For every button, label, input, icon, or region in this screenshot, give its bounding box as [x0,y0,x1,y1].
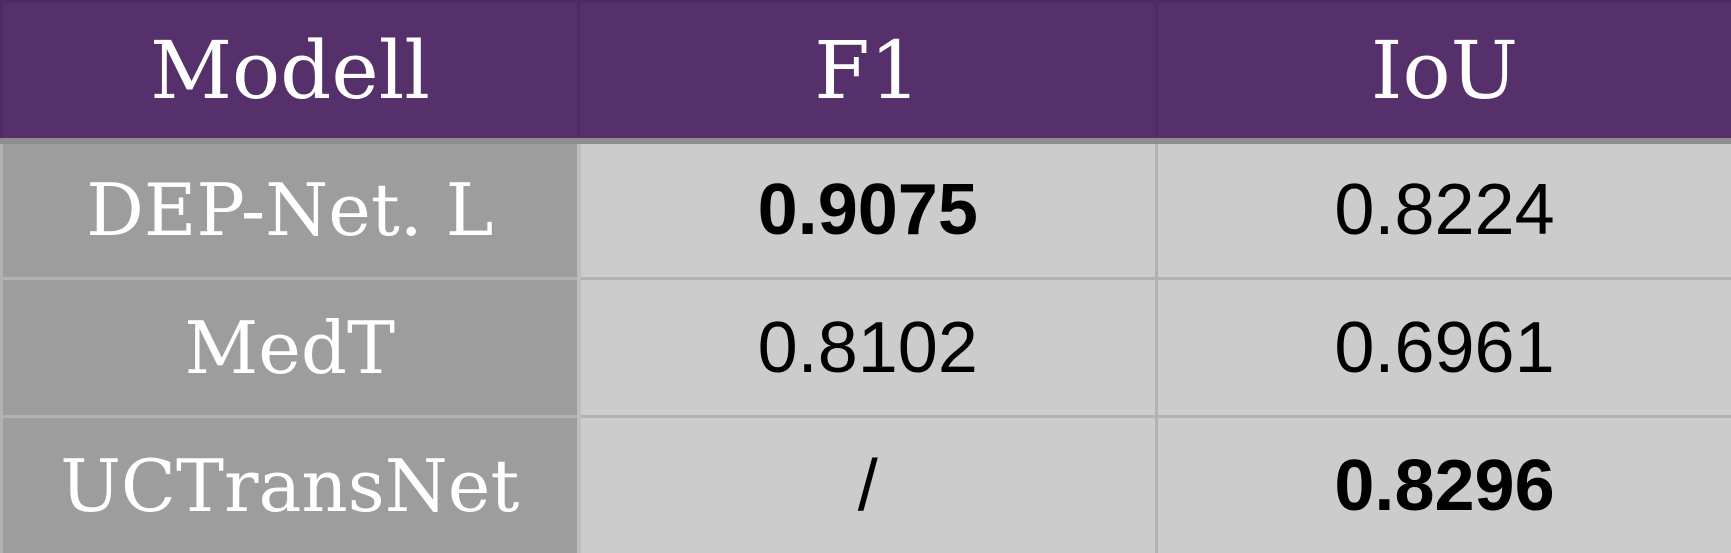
iou-value: 0.8296 [1155,415,1731,553]
table-row: MedT 0.8102 0.6961 [0,277,1731,418]
f1-value: 0.9075 [577,139,1158,280]
header-iou: IoU [1155,0,1731,144]
header-model: Modell [0,0,580,144]
table-row: UCTransNet / 0.8296 [0,415,1731,553]
results-table-container: Modell F1 IoU DEP-Net. L 0.9075 0.8224 M… [0,0,1731,553]
model-name: UCTransNet [0,415,581,553]
f1-value: / [577,415,1158,553]
iou-value: 0.8224 [1155,139,1731,280]
model-name: MedT [0,277,581,418]
header-f1: F1 [577,0,1158,144]
results-table: Modell F1 IoU DEP-Net. L 0.9075 0.8224 M… [0,0,1731,553]
table-row: DEP-Net. L 0.9075 0.8224 [0,139,1731,280]
f1-value: 0.8102 [577,277,1158,418]
iou-value: 0.6961 [1155,277,1731,418]
table-header-row: Modell F1 IoU [0,0,1731,144]
model-name: DEP-Net. L [0,139,581,280]
